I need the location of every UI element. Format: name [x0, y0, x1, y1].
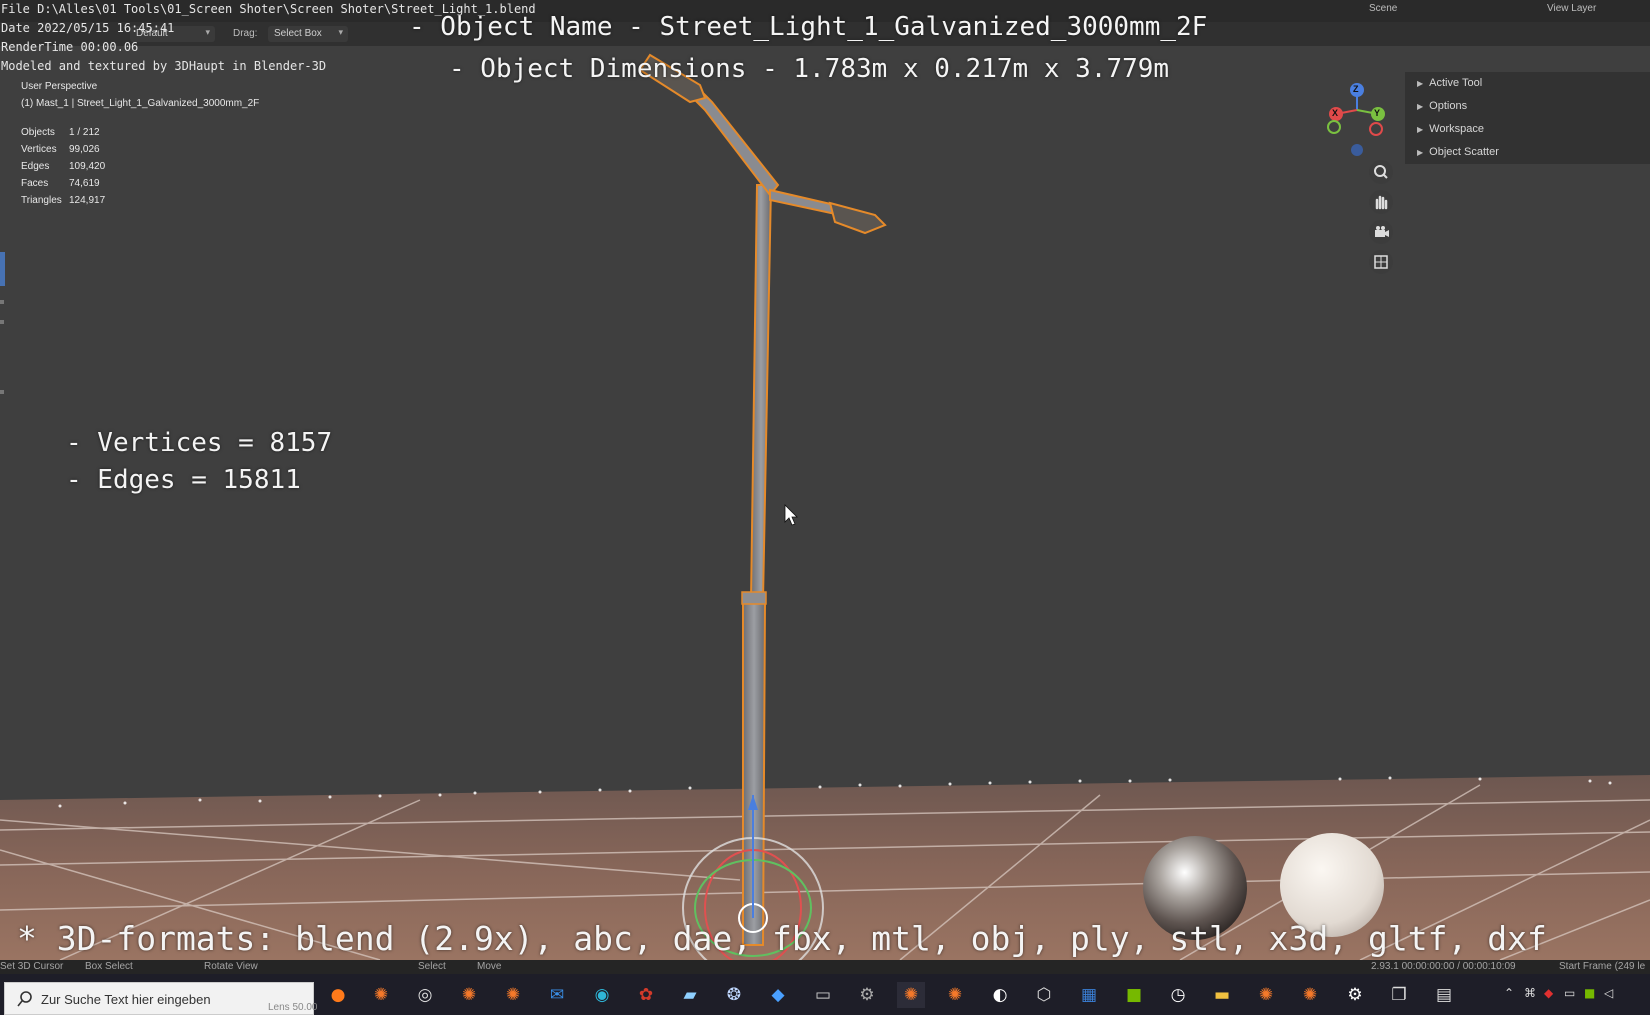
active-object-label: (1) Mast_1 | Street_Light_1_Galvanized_3…	[21, 98, 260, 109]
hand-icon	[1375, 195, 1388, 210]
3d-viewport[interactable]: Z X Y User Perspective (1) Mast_1 | Stre…	[0, 0, 1650, 960]
npanel-item-workspace[interactable]: ▶ Workspace	[1417, 123, 1484, 135]
firefox-icon[interactable]: ●	[324, 982, 352, 1008]
caption-vertices: - Vertices = 8157	[66, 428, 333, 458]
chat-icon[interactable]: ◆	[764, 982, 792, 1008]
drag-select-value: Select Box	[274, 28, 322, 39]
blender-icon[interactable]: ✺	[367, 982, 395, 1008]
stat-label-faces: Faces	[21, 178, 49, 189]
scene-selector[interactable]: Scene	[1369, 3, 1397, 14]
chevron-down-icon: ▾	[205, 27, 210, 37]
mail-icon[interactable]: ✉	[543, 982, 571, 1008]
folder-icon[interactable]: ▬	[1208, 982, 1236, 1008]
pan-button[interactable]	[1369, 190, 1393, 214]
search-icon	[17, 991, 32, 1007]
drag-select-dropdown[interactable]: Select Box ▾	[268, 26, 348, 42]
triangle-right-icon: ▶	[1417, 125, 1424, 134]
npanel-label: Workspace	[1429, 123, 1484, 135]
status-version: 2.93.1 00:00:00:00 / 00:00:10:09	[1371, 961, 1516, 972]
tray-battery-icon[interactable]: ▭	[1564, 986, 1575, 1000]
npanel-label: Active Tool	[1429, 77, 1483, 89]
date-label: Date 2022/05/15 16:45:41	[1, 21, 175, 35]
camera-view-button[interactable]	[1369, 220, 1393, 244]
search-placeholder: Zur Suche Text hier eingeben	[41, 992, 211, 1007]
tray-antivirus-icon[interactable]: ◆	[1544, 986, 1553, 1000]
status-move: Move	[477, 961, 502, 972]
app-icon[interactable]: ⚙	[853, 982, 881, 1008]
app-icon[interactable]: ❂	[720, 982, 748, 1008]
npanel-label: Object Scatter	[1429, 146, 1499, 158]
render-time-label: RenderTime 00:00.06	[1, 40, 139, 54]
panda-icon[interactable]: ◐	[986, 982, 1014, 1008]
obs-icon[interactable]: ◎	[411, 982, 439, 1008]
perspective-toggle-button[interactable]	[1369, 250, 1393, 274]
triangle-right-icon: ▶	[1417, 148, 1424, 157]
blender-icon[interactable]: ✺	[499, 982, 527, 1008]
triangle-right-icon: ▶	[1417, 79, 1424, 88]
status-select: Select	[418, 961, 446, 972]
active-tool-indicator	[0, 252, 5, 286]
npanel-label: Options	[1429, 100, 1468, 112]
app-icon[interactable]: ❐	[1385, 982, 1413, 1008]
tray-volume-icon[interactable]: ◁	[1604, 986, 1613, 1000]
status-bar: Set 3D Cursor Box Select Rotate View Sel…	[0, 960, 1650, 974]
clock-icon[interactable]: ◷	[1164, 982, 1192, 1008]
triangle-right-icon: ▶	[1417, 102, 1424, 111]
blender-icon[interactable]: ✺	[1296, 982, 1324, 1008]
status-rotate-view: Rotate View	[204, 961, 258, 972]
drag-label: Drag:	[233, 28, 258, 39]
stat-label-edges: Edges	[21, 161, 50, 172]
grid-icon	[1374, 255, 1388, 269]
stat-value-faces: 74,619	[69, 178, 100, 189]
camera-icon	[1375, 226, 1389, 237]
edge-icon[interactable]: ◉	[588, 982, 616, 1008]
gizmo-x-label: X	[1332, 108, 1339, 118]
settings-icon[interactable]: ⚙	[1341, 982, 1369, 1008]
stat-label-triangles: Triangles	[21, 195, 62, 206]
cube-icon[interactable]: ⬡	[1030, 982, 1058, 1008]
caption-object-dimensions: - Object Dimensions - 1.783m x 0.217m x …	[449, 54, 1170, 84]
zoom-button[interactable]	[1369, 160, 1393, 184]
stat-value-triangles: 124,917	[69, 195, 106, 206]
credit-label: Modeled and textured by 3DHaupt in Blend…	[1, 59, 327, 73]
status-set-cursor: Set 3D Cursor	[0, 961, 64, 972]
blender-icon[interactable]: ✺	[455, 982, 483, 1008]
blender-icon[interactable]: ✺	[941, 982, 969, 1008]
app-icon[interactable]: ▤	[1430, 982, 1458, 1008]
gizmo-y-label: Y	[1374, 108, 1381, 118]
npanel-item-object-scatter[interactable]: ▶ Object Scatter	[1417, 146, 1499, 158]
viewport-perspective-label: User Perspective	[21, 81, 98, 92]
chevron-down-icon: ▾	[338, 27, 343, 37]
stat-value-objects: 1 / 212	[69, 127, 100, 138]
nvidia-icon[interactable]: ■	[1120, 982, 1148, 1008]
tray-chevron-icon[interactable]: ⌃	[1504, 986, 1514, 1000]
stat-label-vertices: Vertices	[21, 144, 57, 155]
mouse-cursor	[784, 504, 798, 526]
terminal-icon[interactable]: ▭	[809, 982, 837, 1008]
windows-taskbar: Zur Suche Text hier eingeben Lens 50.00 …	[0, 974, 1650, 1015]
npanel-item-options[interactable]: ▶ Options	[1417, 100, 1467, 112]
caption-formats: * 3D-formats: blend (2.9x), abc, dae, fb…	[17, 919, 1547, 958]
stat-value-edges: 109,420	[69, 161, 106, 172]
gizmo-z-label: Z	[1353, 84, 1359, 94]
blender-icon[interactable]: ✺	[897, 982, 925, 1008]
caption-object-name: - Object Name - Street_Light_1_Galvanize…	[409, 12, 1208, 42]
tray-network-icon[interactable]: ⌘	[1524, 986, 1536, 1000]
calendar-icon[interactable]: ▦	[1075, 982, 1103, 1008]
zoom-icon	[1374, 165, 1388, 179]
status-start-frame: Start Frame (249 le	[1559, 961, 1646, 972]
sidebar-n-panel: ▶ Active Tool ▶ Options ▶ Workspace ▶ Object…	[1405, 72, 1650, 164]
lens-readout: Lens 50.00	[268, 1002, 318, 1013]
npanel-item-active-tool[interactable]: ▶ Active Tool	[1417, 77, 1482, 89]
status-box-select: Box Select	[85, 961, 133, 972]
notes-icon[interactable]: ▰	[676, 982, 704, 1008]
tray-nvidia-icon[interactable]: ■	[1584, 986, 1595, 1000]
stat-value-vertices: 99,026	[69, 144, 100, 155]
blender-icon[interactable]: ✺	[1252, 982, 1280, 1008]
view-layer-selector[interactable]: View Layer	[1547, 3, 1596, 14]
stat-label-objects: Objects	[21, 127, 55, 138]
caption-edges: - Edges = 15811	[66, 465, 301, 495]
app-icon[interactable]: ✿	[632, 982, 660, 1008]
